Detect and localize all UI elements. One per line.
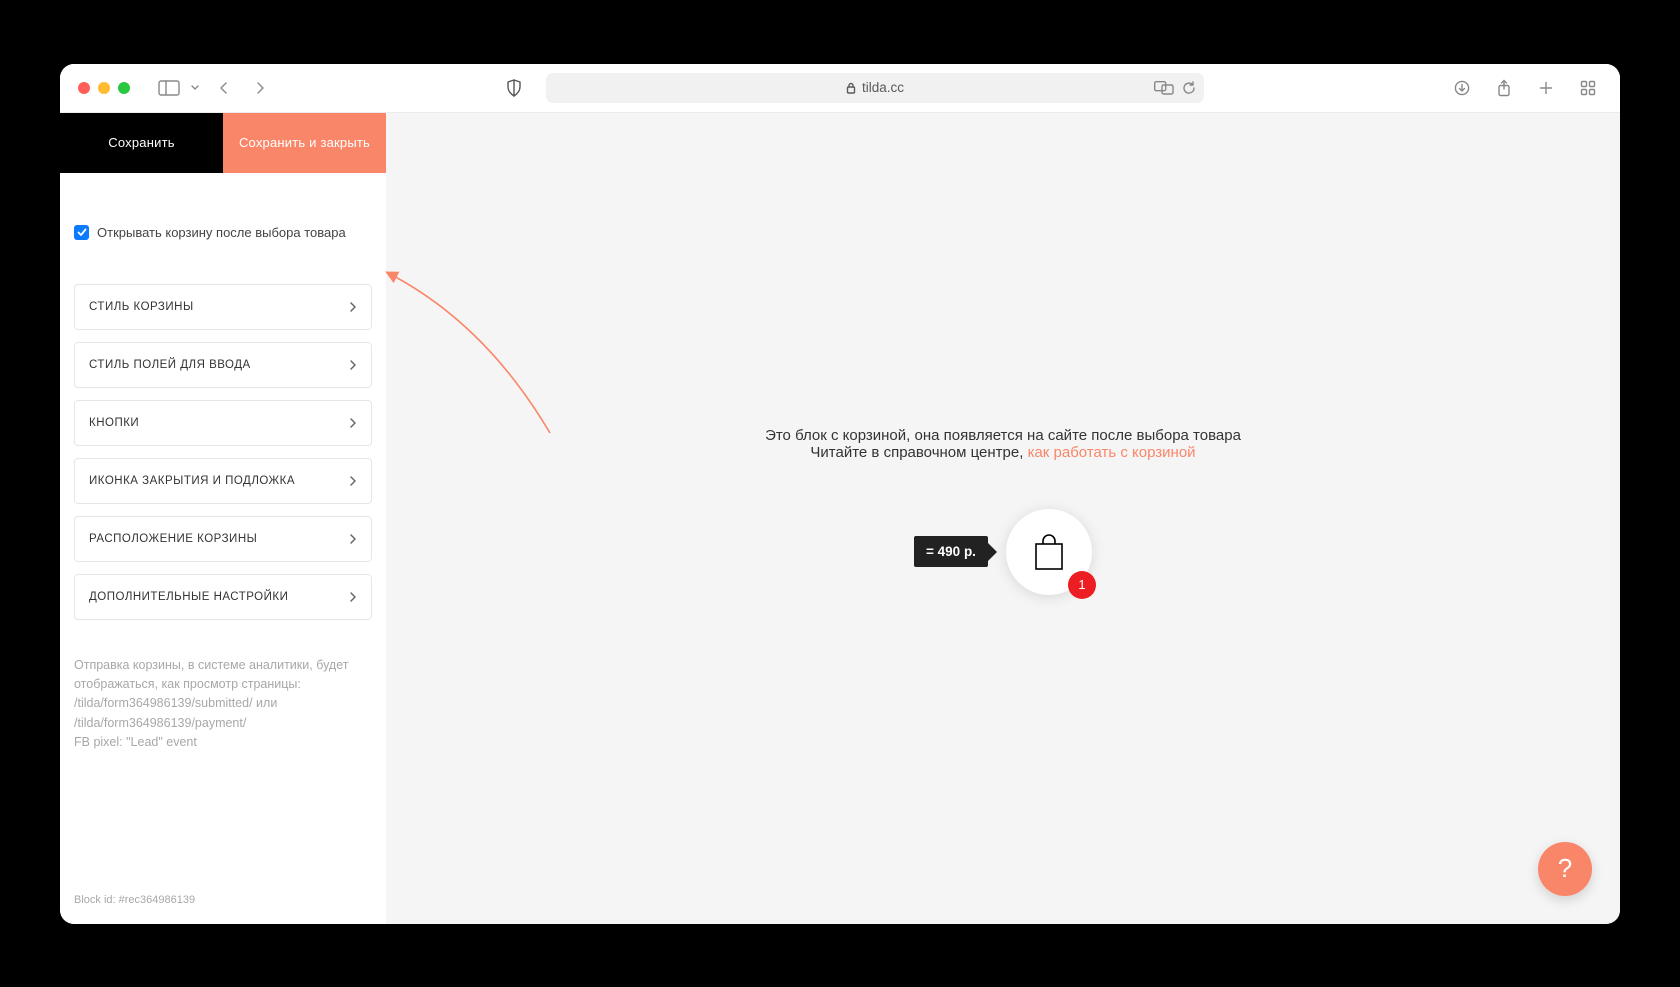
help-fab-button[interactable]: ? — [1538, 842, 1592, 896]
privacy-shield-icon[interactable] — [500, 76, 528, 100]
checkbox-label: Открывать корзину после выбора товара — [97, 225, 346, 240]
block-id-label: Block id: #rec364986139 — [74, 894, 372, 924]
shopping-bag-icon — [1032, 532, 1066, 572]
chevron-right-icon — [349, 417, 357, 429]
browser-titlebar: tilda.cc — [60, 64, 1620, 113]
cart-count-badge: 1 — [1068, 571, 1096, 599]
dropdown-icon[interactable] — [188, 76, 202, 100]
downloads-icon[interactable] — [1448, 76, 1476, 100]
hint-link[interactable]: как работать с корзиной — [1028, 444, 1196, 461]
reload-icon[interactable] — [1182, 81, 1196, 95]
preview-hint: Это блок с корзиной, она появляется на с… — [765, 427, 1241, 461]
nav-forward-button[interactable] — [246, 76, 274, 100]
settings-sidebar: Сохранить Сохранить и закрыть Открывать … — [60, 113, 386, 924]
save-button[interactable]: Сохранить — [60, 113, 223, 173]
settings-section-item[interactable]: СТИЛЬ КОРЗИНЫ — [74, 284, 372, 330]
window-close-button[interactable] — [78, 82, 90, 94]
translate-icon[interactable] — [1154, 81, 1174, 95]
address-bar[interactable]: tilda.cc — [546, 73, 1204, 103]
settings-section-item[interactable]: КНОПКИ — [74, 400, 372, 446]
preview-area: Это блок с корзиной, она появляется на с… — [386, 113, 1620, 924]
settings-section-item[interactable]: РАСПОЛОЖЕНИЕ КОРЗИНЫ — [74, 516, 372, 562]
open-cart-checkbox-row[interactable]: Открывать корзину после выбора товара — [74, 225, 372, 240]
settings-section-item[interactable]: ИКОНКА ЗАКРЫТИЯ И ПОДЛОЖКА — [74, 458, 372, 504]
cart-widget: = 490 р. 1 — [914, 509, 1092, 595]
settings-section-item[interactable]: ДОПОЛНИТЕЛЬНЫЕ НАСТРОЙКИ — [74, 574, 372, 620]
save-and-close-button[interactable]: Сохранить и закрыть — [223, 113, 386, 173]
lock-icon — [846, 82, 856, 94]
settings-section-item[interactable]: СТИЛЬ ПОЛЕЙ ДЛЯ ВВОДА — [74, 342, 372, 388]
nav-back-button[interactable] — [210, 76, 238, 100]
chevron-right-icon — [349, 591, 357, 603]
window-zoom-button[interactable] — [118, 82, 130, 94]
sidebar-toggle-button[interactable] — [152, 76, 186, 100]
section-label: СТИЛЬ КОРЗИНЫ — [89, 301, 194, 313]
section-label: СТИЛЬ ПОЛЕЙ ДЛЯ ВВОДА — [89, 359, 251, 371]
analytics-help-text: Отправка корзины, в системе аналитики, б… — [74, 656, 372, 753]
section-label: КНОПКИ — [89, 417, 139, 429]
tabs-overview-icon[interactable] — [1574, 76, 1602, 100]
section-label: ИКОНКА ЗАКРЫТИЯ И ПОДЛОЖКА — [89, 475, 295, 487]
section-label: ДОПОЛНИТЕЛЬНЫЕ НАСТРОЙКИ — [89, 591, 288, 603]
checkbox-checked-icon — [74, 225, 89, 240]
hint-line-1: Это блок с корзиной, она появляется на с… — [765, 427, 1241, 444]
cart-price-tag: = 490 р. — [914, 536, 988, 567]
section-label: РАСПОЛОЖЕНИЕ КОРЗИНЫ — [89, 533, 257, 545]
hint-line-2: Читайте в справочном центре, как работат… — [765, 444, 1241, 461]
address-host: tilda.cc — [862, 80, 904, 95]
chevron-right-icon — [349, 359, 357, 371]
browser-window: tilda.cc Сохранить — [60, 64, 1620, 924]
traffic-lights — [78, 82, 130, 94]
chevron-right-icon — [349, 301, 357, 313]
new-tab-icon[interactable] — [1532, 76, 1560, 100]
share-icon[interactable] — [1490, 76, 1518, 100]
cart-button[interactable]: 1 — [1006, 509, 1092, 595]
chevron-right-icon — [349, 475, 357, 487]
window-minimize-button[interactable] — [98, 82, 110, 94]
chevron-right-icon — [349, 533, 357, 545]
page-content: Сохранить Сохранить и закрыть Открывать … — [60, 113, 1620, 924]
save-row: Сохранить Сохранить и закрыть — [60, 113, 386, 173]
